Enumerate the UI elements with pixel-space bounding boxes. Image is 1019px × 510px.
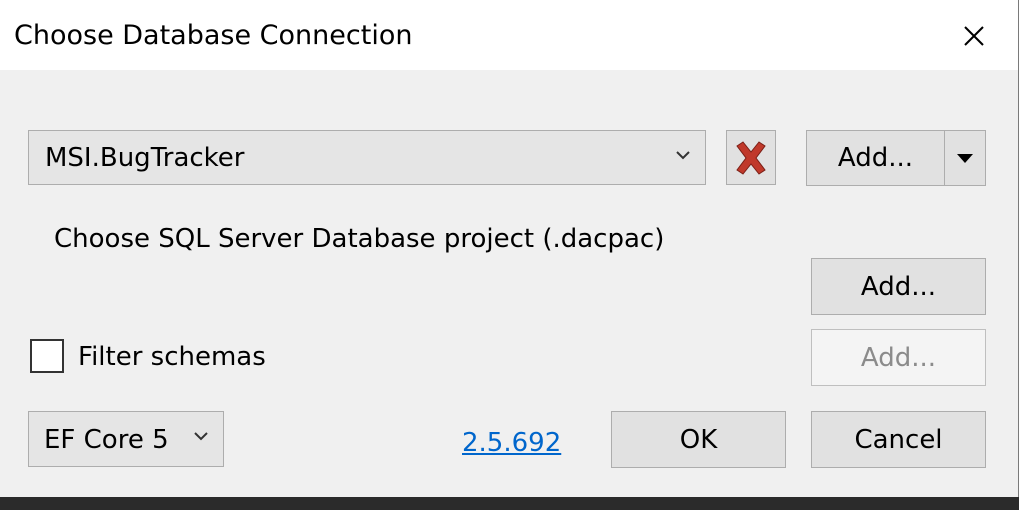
add-schema-button[interactable]: Add... xyxy=(811,329,986,386)
delete-connection-button[interactable] xyxy=(726,130,776,185)
dacpac-label: Choose SQL Server Database project (.dac… xyxy=(54,224,665,254)
connection-select-value: MSI.BugTracker xyxy=(45,143,245,173)
version-link[interactable]: 2.5.692 xyxy=(462,426,561,460)
chevron-down-icon xyxy=(676,151,690,160)
chevron-down-icon xyxy=(194,432,208,441)
close-button[interactable] xyxy=(954,16,994,56)
filter-schemas-checkbox[interactable] xyxy=(30,339,64,373)
background-strip xyxy=(0,497,1019,510)
close-icon xyxy=(964,26,984,46)
delete-x-icon xyxy=(736,140,766,175)
ef-version-value: EF Core 5 xyxy=(44,425,169,455)
cancel-button[interactable]: Cancel xyxy=(811,411,986,468)
title-bar: Choose Database Connection xyxy=(0,0,1018,70)
triangle-down-icon xyxy=(957,154,973,163)
connection-select[interactable]: MSI.BugTracker xyxy=(28,130,706,185)
add-connection-button[interactable]: Add... xyxy=(807,131,944,185)
dialog-window: Choose Database Connection MSI.BugTracke… xyxy=(0,0,1019,497)
ok-button[interactable]: OK xyxy=(611,411,786,468)
filter-schemas-label: Filter schemas xyxy=(78,342,266,372)
add-connection-split-button: Add... xyxy=(806,130,986,186)
add-dacpac-button[interactable]: Add... xyxy=(811,258,986,315)
add-connection-dropdown-button[interactable] xyxy=(945,131,985,185)
ef-version-select[interactable]: EF Core 5 xyxy=(28,411,224,467)
dialog-title: Choose Database Connection xyxy=(14,20,413,51)
